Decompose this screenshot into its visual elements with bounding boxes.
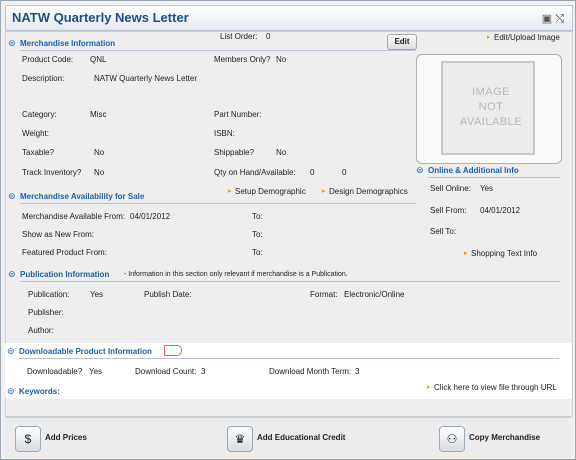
sell-online-label: Sell Online:: [430, 184, 471, 193]
weight-label: Weight:: [22, 129, 49, 138]
sell-from-value: 04/01/2012: [480, 206, 521, 215]
qty-on-hand-value: 0: [310, 168, 315, 177]
online-info-header: Online & Additional Info: [428, 166, 519, 175]
merchandise-window: NATW Quarterly News Letter ▣ ⤭ ⊜ Merchan…: [0, 0, 576, 460]
divider: [19, 358, 559, 359]
product-code-label: Product Code:: [22, 55, 74, 64]
title-bar: NATW Quarterly News Letter ▣ ⤭: [5, 5, 573, 31]
publish-date-label: Publish Date:: [144, 290, 192, 299]
download-count-label: Download Count:: [135, 367, 197, 376]
product-code-value: QNL: [90, 55, 107, 64]
lower-shade: [6, 399, 572, 416]
list-order-value: 0: [266, 32, 271, 41]
window-tools: ▣ ⤭: [542, 12, 564, 26]
shopping-text-info-link[interactable]: Shopping Text Info: [471, 249, 537, 258]
format-label: Format:: [310, 290, 338, 299]
availability-header: Merchandise Availability for Sale: [20, 192, 145, 201]
divider: [428, 177, 560, 178]
show-new-label: Show as New From:: [22, 230, 95, 239]
sell-from-label: Sell From:: [430, 206, 467, 215]
arrow-icon: ▸: [427, 384, 431, 391]
image-frame: IMAGE NOT AVAILABLE: [416, 54, 562, 164]
merchandise-info-header: Merchandise Information: [20, 39, 116, 48]
tools-icon[interactable]: ⤭: [555, 13, 564, 25]
members-only-value: No: [276, 55, 287, 64]
downloadable-section: ⊜ Downloadable Product Information Downl…: [5, 343, 571, 397]
download-count-value: 3: [201, 367, 206, 376]
edit-upload-image-link[interactable]: Edit/Upload Image: [494, 33, 560, 42]
publication-label: Publication:: [28, 290, 70, 299]
format-value: Electronic/Online: [344, 290, 405, 299]
list-order-label: List Order:: [220, 32, 258, 41]
image-text-line: NOT: [478, 101, 504, 113]
divider: [20, 281, 560, 282]
publisher-label: Publisher:: [28, 308, 64, 317]
downloadable-header: Downloadable Product Information: [19, 347, 152, 356]
track-inventory-label: Track Inventory?: [22, 168, 82, 177]
add-educational-credit-label: Add Educational Credit: [257, 433, 346, 442]
section-collapse-icon[interactable]: ⊜: [416, 165, 424, 176]
part-number-label: Part Number:: [214, 110, 262, 119]
section-collapse-icon[interactable]: ⊜: [7, 346, 15, 357]
show-new-to-label: To:: [252, 230, 263, 239]
design-demographics-link[interactable]: Design Demographics: [329, 187, 408, 196]
description-label: Description:: [22, 74, 65, 83]
arrow-icon: ▸: [228, 188, 232, 195]
available-from-value: 04/01/2012: [130, 212, 171, 221]
members-only-label: Members Only?: [214, 55, 271, 64]
author-label: Author:: [28, 326, 54, 335]
sell-to-label: Sell To:: [430, 227, 457, 236]
window-icon[interactable]: ▣: [542, 13, 552, 25]
available-from-label: Merchandise Available From:: [22, 212, 126, 221]
arrow-icon: ▸: [322, 188, 326, 195]
page-title: NATW Quarterly News Letter: [12, 10, 189, 25]
featured-to-label: To:: [252, 248, 263, 257]
divider: [20, 50, 416, 51]
publication-note: - Information in this section only relev…: [124, 271, 348, 278]
divider: [20, 203, 416, 204]
download-term-value: 3: [355, 367, 360, 376]
taxable-label: Taxable?: [22, 148, 55, 157]
downloadable-label: Downloadable?: [27, 367, 83, 376]
publication-value: Yes: [90, 290, 104, 299]
copy-people-icon: ⚇: [439, 426, 465, 452]
graduate-icon: ♛: [227, 426, 253, 452]
edit-button[interactable]: Edit: [387, 34, 417, 50]
image-not-available-text: IMAGE NOT AVAILABLE: [443, 85, 539, 130]
money-icon: $: [15, 426, 41, 452]
shippable-label: Shippable?: [214, 148, 255, 157]
shippable-value: No: [276, 148, 287, 157]
section-collapse-icon[interactable]: ⊜: [8, 38, 16, 49]
setup-demographic-link[interactable]: Setup Demographic: [235, 187, 306, 196]
qty-available-value: 0: [342, 168, 347, 177]
featured-label: Featured Product From:: [22, 248, 107, 257]
qty-label: Qty on Hand/Available:: [214, 168, 296, 177]
category-label: Category:: [22, 110, 57, 119]
image-text-line: IMAGE: [472, 86, 510, 98]
keywords-header: Keywords:: [19, 387, 60, 396]
description-value: NATW Quarterly News Letter: [94, 74, 197, 83]
action-bar: $ Add Prices ♛ Add Educational Credit ⚇ …: [5, 417, 571, 458]
download-term-label: Download Month Term:: [269, 367, 352, 376]
track-inventory-value: No: [94, 168, 105, 177]
category-value: Misc: [90, 110, 107, 119]
add-prices-label: Add Prices: [45, 433, 87, 442]
section-collapse-icon[interactable]: ⊜: [8, 191, 16, 202]
sell-online-value: Yes: [480, 184, 494, 193]
image-text-line: AVAILABLE: [459, 116, 523, 128]
publication-header: Publication Information: [20, 270, 110, 279]
image-placeholder: IMAGE NOT AVAILABLE: [441, 61, 535, 155]
isbn-label: ISBN:: [214, 129, 235, 138]
section-collapse-icon[interactable]: ⊜: [7, 386, 15, 397]
section-collapse-icon[interactable]: ⊜: [8, 269, 16, 280]
arrow-icon: ▸: [487, 34, 491, 41]
downloadable-value: Yes: [89, 367, 103, 376]
view-file-url-link[interactable]: Click here to view file through URL: [434, 383, 557, 392]
arrow-icon: ▸: [464, 250, 468, 257]
copy-merchandise-label: Copy Merchandise: [469, 433, 541, 442]
callout-arrow-icon: [164, 345, 182, 356]
taxable-value: No: [94, 148, 105, 157]
available-to-label: To:: [252, 212, 263, 221]
